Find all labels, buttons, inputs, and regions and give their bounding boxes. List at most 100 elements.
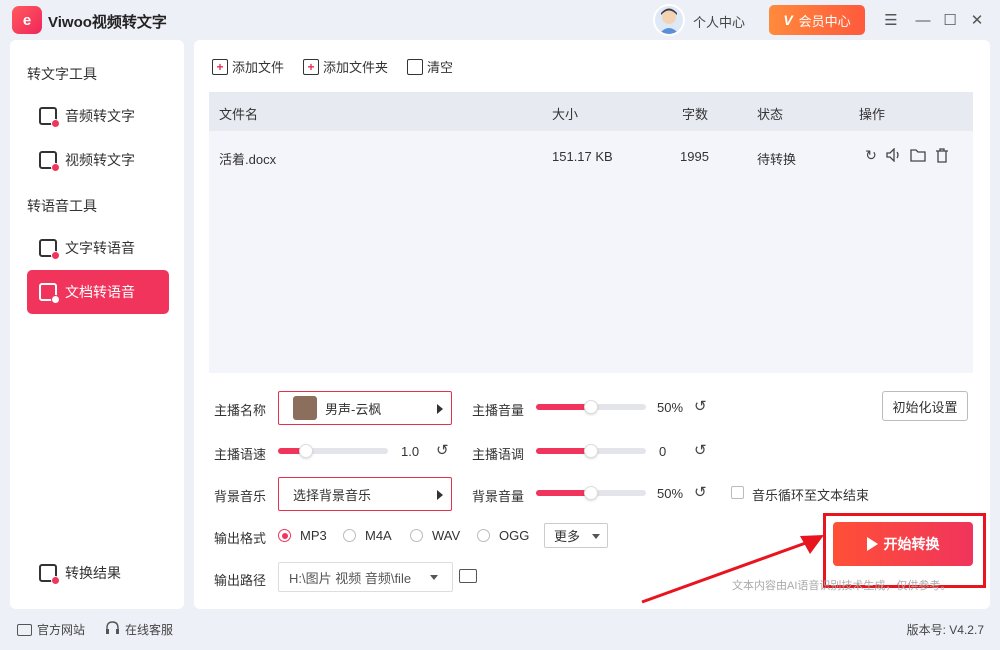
sidebar-item-results[interactable]: 转换结果 [27, 551, 169, 595]
cell-size: 151.17 KB [552, 149, 613, 164]
play-icon [866, 537, 878, 551]
voice-value: 男声-云枫 [325, 401, 382, 417]
sidebar-item-text-to-speech[interactable]: 文字转语音 [27, 226, 169, 270]
reset-icon[interactable]: ↺ [694, 397, 707, 415]
slider-handle[interactable] [584, 400, 598, 414]
add-folder-button[interactable]: + 添加文件夹 [303, 57, 388, 76]
format-radio-mp3[interactable] [278, 529, 291, 542]
cell-words: 1995 [680, 149, 709, 164]
slider-handle[interactable] [584, 486, 598, 500]
sidebar-item-audio-to-text[interactable]: 音频转文字 [27, 94, 169, 138]
more-formats-dropdown[interactable]: 更多 [544, 523, 608, 548]
slider-handle[interactable] [299, 444, 313, 458]
app-logo-icon: e [12, 6, 42, 34]
bgm-volume-slider[interactable] [536, 486, 646, 500]
volume-value: 50% [657, 400, 684, 415]
cell-filename: 活着.docx [219, 152, 277, 167]
add-file-label: 添加文件 [232, 60, 285, 75]
voice-select[interactable]: 男声-云枫 [278, 391, 452, 425]
caret-down-icon [592, 534, 600, 539]
init-settings-button[interactable]: 初始化设置 [882, 391, 968, 421]
format-radio-m4a[interactable] [343, 529, 356, 542]
close-icon[interactable]: ✕ [967, 10, 987, 30]
chevron-right-icon [437, 490, 443, 500]
format-label-mp3: MP3 [300, 528, 327, 543]
speed-label: 主播语速 [214, 447, 267, 462]
user-center-link[interactable]: 个人中心 [693, 12, 745, 31]
trash-icon [407, 58, 423, 75]
menu-icon[interactable]: ☰ [881, 10, 901, 30]
volume-label: 主播音量 [472, 403, 525, 418]
start-convert-button[interactable]: 开始转换 [833, 522, 973, 566]
results-icon [39, 564, 60, 585]
header-actions: 操作 [859, 107, 886, 122]
bgm-volume-value: 50% [657, 486, 684, 501]
format-radio-wav[interactable] [410, 529, 423, 542]
loop-checkbox[interactable] [731, 486, 744, 499]
path-value: H:\图片 视频 音频\file [289, 570, 412, 586]
slider-handle[interactable] [584, 444, 598, 458]
add-file-icon: + [212, 58, 228, 75]
document-icon [39, 283, 60, 304]
vip-center-label: 会员中心 [798, 13, 851, 29]
official-website-link[interactable]: 官方网站 [17, 621, 85, 638]
minimize-icon[interactable]: — [913, 10, 933, 30]
open-folder-icon[interactable] [459, 569, 477, 583]
sidebar-item-label: 视频转文字 [65, 152, 135, 168]
video-file-icon [39, 151, 60, 172]
app-title: Viwoo视频转文字 [48, 14, 167, 31]
monitor-icon [17, 623, 32, 636]
sidebar-item-video-to-text[interactable]: 视频转文字 [27, 138, 169, 182]
sidebar-item-label: 音频转文字 [65, 108, 135, 124]
bgm-select[interactable]: 选择背景音乐 [278, 477, 452, 511]
clear-button[interactable]: 清空 [407, 57, 453, 76]
reset-icon[interactable]: ↺ [694, 441, 707, 459]
sidebar-item-doc-to-speech[interactable]: 文档转语音 [27, 270, 169, 314]
disclaimer-text: 文本内容由AI语音识别技术生成，仅供参考。 [732, 580, 952, 592]
start-convert-label: 开始转换 [883, 536, 940, 552]
trash-icon[interactable] [934, 147, 950, 163]
sidebar-item-label: 文字转语音 [65, 240, 135, 256]
file-table: 文件名 大小 字数 状态 操作 活着.docx 151.17 KB 1995 待… [209, 92, 973, 373]
format-radio-ogg[interactable] [477, 529, 490, 542]
speed-value: 1.0 [401, 444, 420, 459]
folder-icon[interactable] [910, 147, 926, 163]
refresh-icon[interactable]: ↻ [863, 147, 879, 163]
online-support-link[interactable]: 在线客服 [105, 621, 173, 638]
cell-status: 待转换 [757, 152, 797, 167]
voice-label: 主播名称 [214, 403, 267, 418]
vip-center-button[interactable]: V 会员中心 [769, 5, 865, 35]
support-label: 在线客服 [125, 623, 174, 637]
clear-label: 清空 [427, 60, 454, 75]
sidebar-item-label: 转换结果 [65, 565, 121, 581]
website-label: 官方网站 [37, 623, 86, 637]
format-label-ogg: OGG [499, 528, 530, 543]
header-status: 状态 [757, 107, 784, 122]
section-title-text-tools: 转文字工具 [27, 66, 97, 82]
add-folder-label: 添加文件夹 [323, 60, 389, 75]
pitch-label: 主播语调 [472, 447, 525, 462]
reset-icon[interactable]: ↺ [436, 441, 449, 459]
pitch-value: 0 [659, 444, 667, 459]
output-path-select[interactable]: H:\图片 视频 音频\file [278, 562, 453, 592]
format-label: 输出格式 [214, 531, 267, 546]
speed-slider[interactable] [278, 444, 388, 458]
voice-avatar [293, 396, 317, 420]
bgm-volume-label: 背景音量 [472, 489, 525, 504]
format-label-wav: WAV [432, 528, 461, 543]
user-avatar[interactable] [653, 4, 685, 36]
header-size: 大小 [552, 107, 579, 122]
pitch-slider[interactable] [536, 444, 646, 458]
title-bar: e Viwoo视频转文字 个人中心 V 会员中心 ☰ — ☐ ✕ [0, 0, 1000, 40]
volume-slider[interactable] [536, 400, 646, 414]
speaker-icon[interactable] [886, 147, 902, 163]
headset-icon [105, 621, 120, 638]
add-file-button[interactable]: + 添加文件 [212, 57, 284, 76]
pointer-arrow-icon [641, 535, 824, 604]
sidebar-item-label: 文档转语音 [65, 284, 135, 300]
maximize-icon[interactable]: ☐ [940, 10, 960, 30]
bgm-value: 选择背景音乐 [293, 487, 372, 503]
sidebar: 转文字工具 音频转文字 视频转文字 转语音工具 文字转语音 文档转语音 转换结果 [10, 40, 184, 609]
reset-icon[interactable]: ↺ [694, 483, 707, 501]
audio-file-icon [39, 107, 60, 128]
